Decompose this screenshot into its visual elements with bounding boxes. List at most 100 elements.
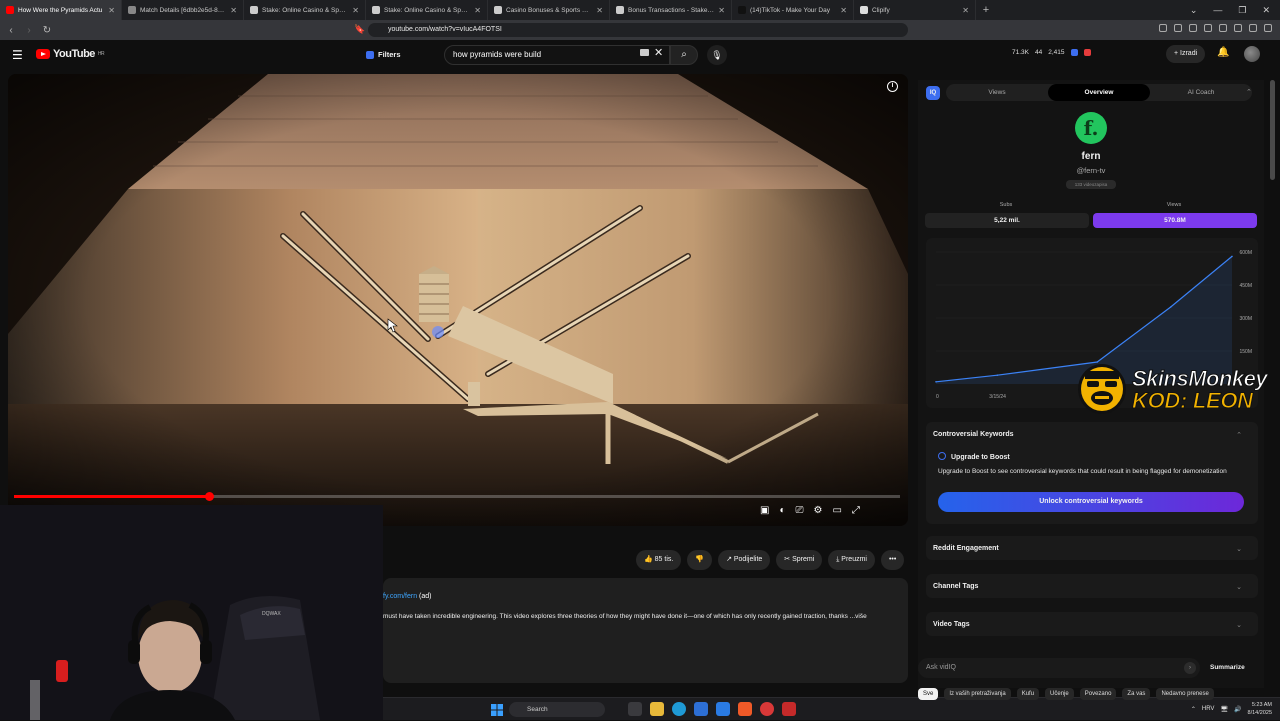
clock[interactable]: 5:23 AM 8/14/2025 [1248, 701, 1272, 717]
stat-icon[interactable] [1070, 49, 1078, 56]
chip[interactable]: Nedavno prenese [1156, 688, 1214, 700]
browser-tab[interactable]: Stake: Online Casino & Sports Bettin✕ [244, 0, 366, 20]
chip[interactable]: Iz vaših pretraživanja [944, 688, 1011, 700]
store-icon[interactable] [716, 702, 730, 716]
search-button[interactable]: ⌕ [670, 45, 698, 65]
video-tags-card[interactable]: Video Tags ⌄ [926, 612, 1258, 636]
tab-close-icon[interactable]: ✕ [962, 6, 969, 15]
clear-search-icon[interactable]: ✕ [654, 46, 663, 59]
ask-vidiq-input[interactable]: Ask vidIQ [918, 658, 1200, 678]
search-input[interactable]: how pyramids were build [444, 45, 670, 65]
page-scrollbar[interactable] [1270, 80, 1275, 180]
extension-icon[interactable] [1174, 24, 1182, 32]
mail-icon[interactable] [694, 702, 708, 716]
browser-tab[interactable]: How Were the Pyramids Actu ✕ [0, 0, 122, 20]
maximize-button[interactable]: ❐ [1238, 5, 1246, 16]
channel-name[interactable]: fern [918, 151, 1264, 162]
user-avatar[interactable] [1244, 46, 1260, 62]
forward-icon[interactable]: › [22, 25, 36, 36]
url-field[interactable]: youtube.com/watch?v=vIucA4FOTSI [368, 23, 908, 37]
language-indicator[interactable]: HRV [1202, 706, 1215, 712]
chip[interactable]: Sve [918, 688, 939, 700]
description-text[interactable]: must have taken incredible engineering. … [383, 613, 903, 620]
extension-icon[interactable] [1159, 24, 1167, 32]
tray-chevron-icon[interactable]: ⌃ [1191, 706, 1196, 713]
task-view-icon[interactable] [628, 702, 642, 716]
file-explorer-icon[interactable] [650, 702, 664, 716]
fullscreen-icon[interactable]: ⤢ [852, 505, 860, 516]
keyboard-icon[interactable] [640, 49, 649, 56]
vidiq-player-icon[interactable]: ▣ [760, 505, 769, 516]
stat-icon[interactable] [1083, 49, 1091, 56]
collapse-chevron-icon[interactable]: ⌃ [1246, 88, 1252, 96]
browser-tab[interactable]: Bonus Transactions - Stake.com ✕ [610, 0, 732, 20]
chip[interactable]: Kufu [1016, 688, 1040, 700]
minimize-button[interactable]: — [1213, 5, 1222, 16]
tab-close-icon[interactable]: ✕ [718, 6, 725, 15]
browser-tab[interactable]: Clipify ✕ [854, 0, 976, 20]
channel-tags-card[interactable]: Channel Tags ⌄ [926, 574, 1258, 598]
edge-icon[interactable] [672, 702, 686, 716]
create-button[interactable]: + Izradi [1166, 45, 1206, 63]
share-button[interactable]: ↗ Podijelite [718, 550, 771, 570]
tab-overview[interactable]: Overview [1048, 84, 1150, 101]
chip[interactable]: Učenje [1045, 688, 1074, 700]
extension-icon[interactable] [1189, 24, 1197, 32]
tab-close-icon[interactable]: ✕ [108, 6, 115, 15]
theater-mode-icon[interactable]: ▭ [832, 505, 841, 516]
brave-icon[interactable] [738, 702, 752, 716]
menu-hamburger-icon[interactable]: ☰ [12, 48, 23, 62]
tab-close-icon[interactable]: ✕ [352, 6, 359, 15]
description-link[interactable]: fy.com/fern (ad) [383, 593, 432, 600]
taskbar-search[interactable]: Search [509, 702, 605, 717]
windows-start-icon[interactable] [491, 703, 503, 716]
channel-avatar[interactable]: f. [1075, 112, 1107, 144]
youtube-logo[interactable]: YouTube HR [36, 48, 105, 60]
channel-handle[interactable]: @fern-tv [918, 166, 1264, 175]
tab-close-icon[interactable]: ✕ [596, 6, 603, 15]
download-button[interactable]: ⤓ Preuzmi [828, 550, 875, 570]
extension-icon[interactable] [1249, 24, 1257, 32]
tab-views[interactable]: Views [946, 84, 1048, 101]
send-icon[interactable]: › [1184, 662, 1196, 674]
app-icon[interactable] [782, 702, 796, 716]
volume-icon[interactable]: 🔊 [1234, 706, 1241, 713]
menu-icon[interactable] [1264, 24, 1272, 32]
settings-gear-icon[interactable]: ⚙ [814, 505, 823, 516]
tab-search-icon[interactable]: ⌄ [1190, 5, 1198, 16]
notifications-bell-icon[interactable]: 🔔 [1217, 47, 1229, 58]
autoplay-toggle-icon[interactable]: ◐ [779, 505, 785, 516]
subtitles-icon[interactable]: ⎚ [796, 505, 804, 516]
chip[interactable]: Za vas [1122, 688, 1151, 700]
collapse-icon[interactable]: ⌃ [1236, 431, 1242, 439]
more-actions-button[interactable]: ••• [880, 550, 905, 570]
extension-icon[interactable] [1234, 24, 1242, 32]
progress-scrubber[interactable] [205, 492, 214, 501]
controversial-title[interactable]: Controversial Keywords [933, 431, 1014, 438]
dislike-button[interactable]: 👎 [687, 550, 713, 570]
tab-close-icon[interactable]: ✕ [474, 6, 481, 15]
extension-icon[interactable] [1204, 24, 1212, 32]
voice-search-button[interactable]: 🎙 [707, 45, 727, 65]
tab-ai-coach[interactable]: AI Coach [1150, 84, 1252, 101]
network-icon[interactable]: 🖥 [1220, 706, 1228, 713]
summarize-button[interactable]: Summarize [1210, 664, 1245, 671]
browser-tab[interactable]: (14)TikTok - Make Your Day ✕ [732, 0, 854, 20]
close-window-button[interactable]: ✕ [1262, 5, 1270, 16]
browser-tab[interactable]: Match Details [6dbb2e5d-8670-44d ✕ [122, 0, 244, 20]
info-icon[interactable]: i [887, 81, 898, 92]
bookmark-icon[interactable]: 🔖 [354, 24, 365, 35]
browser-tab[interactable]: Stake: Online Casino & Sports Bettin✕ [366, 0, 488, 20]
link-text[interactable]: fy.com/fern [383, 593, 417, 600]
tab-close-icon[interactable]: ✕ [840, 6, 847, 15]
vidiq-logo[interactable]: IQ [926, 86, 940, 100]
like-button[interactable]: 👍 85 tis. [636, 550, 682, 570]
browser-tab[interactable]: Casino Bonuses & Sports Betting Pr ✕ [488, 0, 610, 20]
video-progress-bar[interactable] [14, 495, 900, 498]
new-tab-button[interactable]: + [976, 4, 996, 16]
app-icon[interactable] [760, 702, 774, 716]
description-box[interactable] [383, 578, 908, 683]
extension-icon[interactable] [1219, 24, 1227, 32]
unlock-keywords-button[interactable]: Unlock controversial keywords [938, 492, 1244, 512]
chip[interactable]: Povezano [1079, 688, 1117, 700]
